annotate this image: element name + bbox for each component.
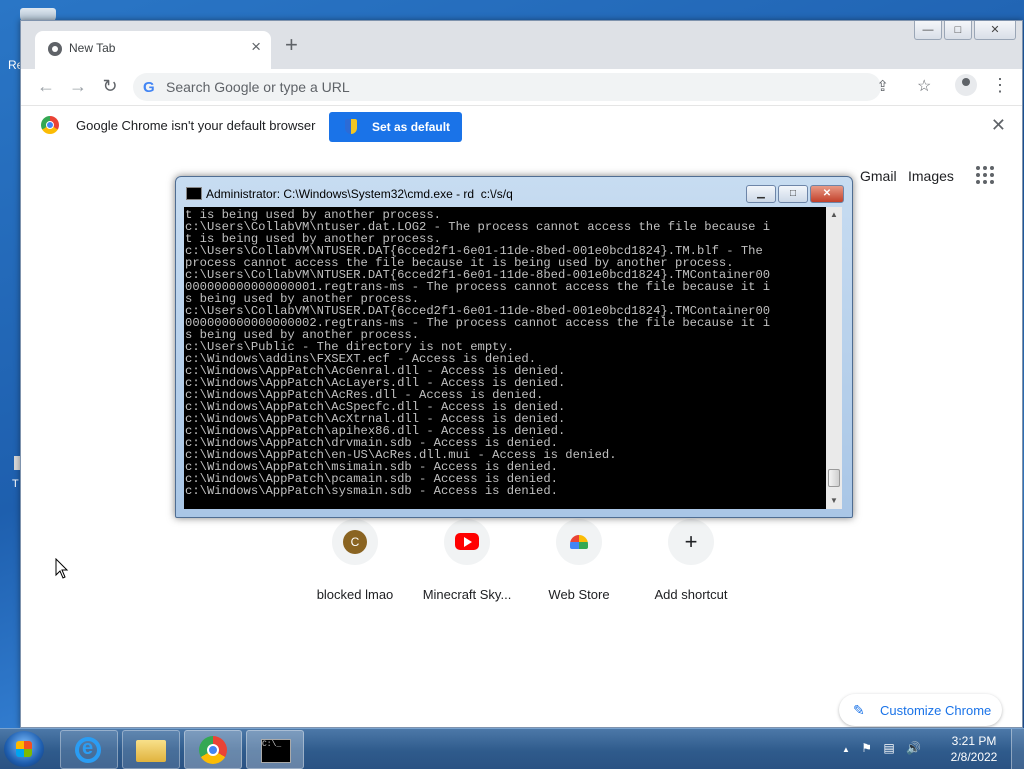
clock-date: 2/8/2022: [950, 750, 998, 764]
console-output[interactable]: t is being used by another process. c:\U…: [184, 207, 826, 509]
set-as-default-label: Set as default: [372, 120, 451, 134]
cmd-window[interactable]: Administrator: C:\Windows\System32\cmd.e…: [175, 176, 853, 518]
cmd-title: Administrator: C:\Windows\System32\cmd.e…: [206, 187, 513, 201]
system-tray: ▲ ⚑ ▤ 🔊: [842, 741, 929, 755]
infobar-close-icon[interactable]: ✕: [991, 115, 1006, 136]
add-shortcut-button[interactable]: + Add shortcut: [635, 519, 747, 602]
profile-avatar-icon[interactable]: [955, 74, 977, 96]
pencil-icon: ✎: [853, 702, 865, 718]
console-text: t is being used by another process. c:\U…: [184, 207, 826, 497]
window-controls: — □ ✕: [912, 21, 1016, 40]
internet-explorer-icon: [75, 737, 101, 763]
explorer-folder-icon: [136, 740, 166, 762]
customize-label: Customize Chrome: [880, 703, 992, 718]
console-scrollbar[interactable]: ▲ ▼: [826, 207, 842, 509]
mouse-cursor-icon: [55, 558, 69, 579]
gmail-link[interactable]: Gmail: [860, 168, 897, 184]
taskbar: C:\_ ▲ ⚑ ▤ 🔊 3:21 PM 2/8/2022: [0, 728, 1024, 769]
shortcut-label: Minecraft Sky...: [422, 587, 512, 602]
taskbar-explorer[interactable]: [122, 730, 180, 769]
cmd-maximize-button[interactable]: □: [778, 185, 808, 203]
omnibox[interactable]: G Search Google or type a URL ⇪: [133, 73, 889, 101]
cmd-window-controls: ▁ □ ✕: [744, 185, 844, 203]
shortcut-blocked-lmao[interactable]: C blocked lmao: [299, 519, 411, 602]
new-tab-button[interactable]: +: [285, 32, 298, 58]
network-icon[interactable]: ▤: [883, 741, 894, 755]
clock[interactable]: 3:21 PM 2/8/2022: [944, 733, 1004, 765]
google-icon: G: [143, 79, 155, 96]
share-icon[interactable]: ⇪: [876, 77, 889, 95]
bookmark-star-icon[interactable]: ☆: [917, 76, 931, 96]
maximize-button[interactable]: □: [944, 21, 972, 40]
taskbar-cmd[interactable]: C:\_: [246, 730, 304, 769]
back-button[interactable]: ←: [35, 75, 57, 97]
volume-icon[interactable]: 🔊: [906, 741, 921, 755]
chrome-menu-icon[interactable]: ⋮: [991, 75, 1009, 96]
scroll-down-icon[interactable]: ▼: [826, 493, 842, 509]
shortcut-label: Web Store: [548, 587, 610, 602]
taskbar-internet-explorer[interactable]: [60, 730, 118, 769]
chrome-favicon-icon: [48, 42, 62, 56]
uac-shield-icon: [345, 119, 357, 134]
tab-title: New Tab: [69, 41, 116, 55]
web-store-icon: [570, 535, 588, 549]
desktop-label-fragment: T: [12, 478, 19, 490]
customize-chrome-button[interactable]: ✎ Customize Chrome: [839, 694, 1002, 726]
action-center-flag-icon[interactable]: ⚑: [861, 741, 872, 755]
console-line: c:\Windows\AppPatch\sysmain.sdb - Access…: [185, 484, 558, 498]
start-button[interactable]: [4, 731, 44, 767]
cmd-minimize-button[interactable]: ▁: [746, 185, 776, 203]
show-desktop-button[interactable]: [1011, 729, 1024, 769]
minimize-button[interactable]: —: [914, 21, 942, 40]
omnibox-placeholder: Search Google or type a URL: [166, 79, 350, 95]
show-hidden-icons[interactable]: ▲: [842, 745, 850, 754]
images-link[interactable]: Images: [908, 168, 954, 184]
set-as-default-button[interactable]: Set as default: [329, 112, 462, 142]
scroll-up-icon[interactable]: ▲: [826, 207, 842, 223]
tab-close-icon[interactable]: ×: [251, 37, 261, 57]
shortcut-label: Add shortcut: [654, 587, 728, 602]
reload-button[interactable]: ↻: [99, 75, 121, 97]
chrome-icon: [199, 736, 227, 764]
shortcut-label: blocked lmao: [316, 587, 394, 602]
taskbar-chrome[interactable]: [184, 730, 242, 769]
shortcut-minecraft[interactable]: Minecraft Sky...: [411, 519, 523, 602]
youtube-icon: [455, 533, 479, 550]
cmd-window-icon: [186, 187, 202, 200]
infobar-message: Google Chrome isn't your default browser: [76, 118, 316, 133]
default-browser-infobar: Google Chrome isn't your default browser…: [21, 105, 1022, 147]
plus-icon: +: [684, 529, 698, 554]
forward-button[interactable]: →: [67, 75, 89, 97]
shortcut-web-store[interactable]: Web Store: [523, 519, 635, 602]
cmd-icon: C:\_: [261, 739, 291, 763]
tab-new-tab[interactable]: New Tab ×: [35, 31, 271, 69]
chrome-logo-icon: [41, 116, 59, 134]
clock-time: 3:21 PM: [951, 734, 997, 748]
tab-strip: New Tab × + — □ ✕: [21, 21, 1022, 69]
browser-toolbar: ← → ↻ G Search Google or type a URL ⇪ ☆ …: [21, 69, 1022, 105]
google-apps-icon[interactable]: [976, 166, 996, 186]
close-window-button[interactable]: ✕: [974, 21, 1016, 40]
scroll-thumb[interactable]: [828, 469, 840, 487]
cmd-close-button[interactable]: ✕: [810, 185, 844, 203]
letter-c-icon: C: [343, 530, 367, 554]
